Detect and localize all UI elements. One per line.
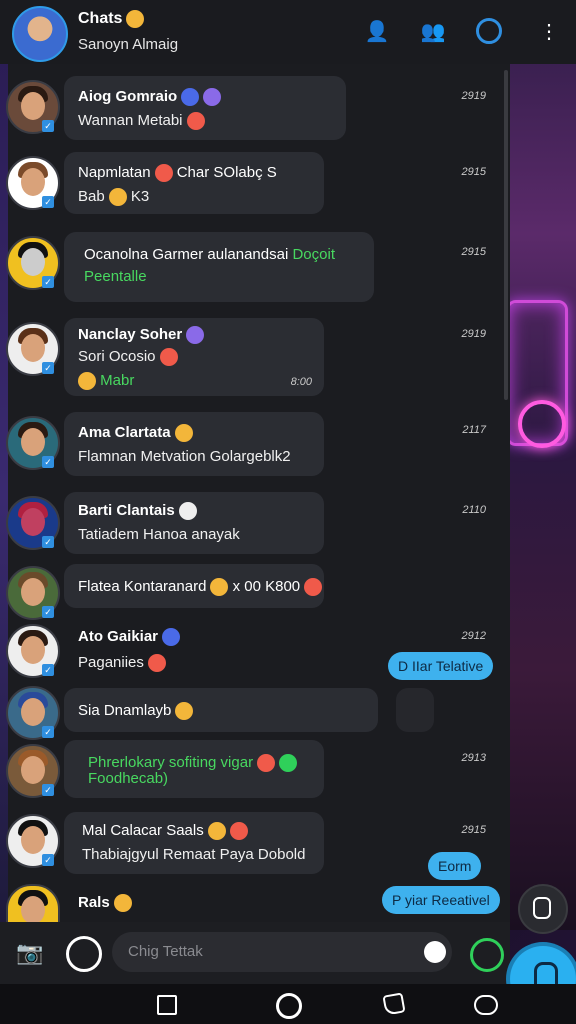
contact-name: Flatea Kontaranard x 00 K800 xyxy=(78,578,323,597)
message-preview: Flamnan Metvation Golargeblk2 xyxy=(78,448,291,465)
emoji-icon xyxy=(181,88,200,107)
message-preview: Peentalle xyxy=(84,268,147,285)
contact-name: Nanclay Soher xyxy=(78,326,205,345)
emoji-icon xyxy=(257,754,276,773)
emoji-icon xyxy=(78,372,96,391)
message-preview: Wannan Metabi xyxy=(78,112,205,131)
assistant-icon[interactable] xyxy=(474,995,498,1015)
emoji-icon xyxy=(113,894,132,913)
message-bubble xyxy=(64,76,346,140)
group-icon[interactable]: 👥 xyxy=(420,18,446,44)
emoji-icon xyxy=(126,10,145,28)
verified-badge-icon: ✓ xyxy=(42,456,54,468)
message-input-placeholder: Chig Tettak xyxy=(128,943,203,960)
contact-name: Ocanolna Garmer aulanandsai Doçoit xyxy=(84,246,335,263)
verified-badge-icon: ✓ xyxy=(42,606,54,618)
scrollbar[interactable] xyxy=(504,70,508,400)
message-preview-2: Mabr xyxy=(78,372,134,391)
emoji-icon xyxy=(108,188,127,207)
contact-name: Sia Dnamlayb xyxy=(78,702,194,721)
camera-icon[interactable]: 📷 xyxy=(16,940,44,965)
contact-name: Aiog Gomraio xyxy=(78,88,222,107)
emoji-icon xyxy=(229,822,248,841)
whatsapp-icon[interactable] xyxy=(470,938,504,972)
home-icon[interactable] xyxy=(276,993,302,1019)
emoji-picker-icon[interactable] xyxy=(424,941,446,963)
emoji-icon xyxy=(203,88,222,107)
emoji-icon xyxy=(147,654,166,673)
emoji-icon xyxy=(174,424,193,443)
emoji-icon xyxy=(159,348,178,367)
reply-button[interactable]: P yiar Reeativel xyxy=(382,886,500,914)
timestamp: 2915 xyxy=(461,824,486,836)
message-preview: Foodhecab) xyxy=(88,770,169,787)
emoji-icon xyxy=(186,112,205,131)
emoji-icon xyxy=(210,578,229,597)
verified-badge-icon: ✓ xyxy=(42,362,54,374)
timestamp: 2913 xyxy=(461,752,486,764)
message-bubble xyxy=(64,232,374,302)
contact-name: Mal Calacar Saals xyxy=(82,822,248,841)
timestamp: 2912 xyxy=(461,630,486,642)
verified-badge-icon: ✓ xyxy=(42,726,54,738)
header-subtitle: Sanoyn Almaig xyxy=(78,36,179,53)
contact-name: Napmlatan Char SOlabç S xyxy=(78,164,277,183)
contact-name: Barti Clantais xyxy=(78,502,197,521)
status-icon[interactable] xyxy=(476,18,502,44)
contact-name: Rals xyxy=(78,894,132,913)
message-preview: Sori Ocosio xyxy=(78,348,178,367)
emoji-icon xyxy=(154,164,173,183)
add-contact-icon[interactable]: 👤 xyxy=(364,18,390,44)
more-icon[interactable]: ⋮ xyxy=(536,18,562,44)
timestamp: 2915 xyxy=(461,166,486,178)
message-time: 8:00 xyxy=(290,376,312,388)
verified-badge-icon: ✓ xyxy=(42,664,54,676)
emoji-icon xyxy=(162,628,181,647)
timestamp: 2117 xyxy=(462,424,486,436)
reply-button[interactable]: Eorm xyxy=(428,852,482,880)
contact-name: Ato Gaikiar xyxy=(78,628,181,647)
timestamp: 2915 xyxy=(461,246,486,258)
emoji-icon xyxy=(186,326,205,345)
emoji-icon xyxy=(175,702,194,721)
verified-badge-icon: ✓ xyxy=(42,276,54,288)
avatar xyxy=(6,884,60,926)
header-title: Chats xyxy=(78,10,145,28)
profile-avatar[interactable] xyxy=(12,6,68,62)
reply-button[interactable]: D IIar Telative xyxy=(388,652,494,680)
timestamp: 2919 xyxy=(461,90,486,102)
message-preview: Bab K3 xyxy=(78,188,150,207)
chat-bubble-icon[interactable] xyxy=(66,936,102,972)
emoji-icon xyxy=(178,502,197,521)
message-bubble xyxy=(64,412,324,476)
emoji-icon xyxy=(207,822,226,841)
message-preview: Tatiadem Hanoa anayak xyxy=(78,526,240,543)
verified-badge-icon: ✓ xyxy=(42,784,54,796)
timestamp: 2110 xyxy=(462,504,486,516)
placeholder-bubble xyxy=(396,688,434,732)
emoji-icon xyxy=(304,578,323,597)
verified-badge-icon: ✓ xyxy=(42,854,54,866)
verified-badge-icon: ✓ xyxy=(42,196,54,208)
timestamp: 2919 xyxy=(461,328,486,340)
verified-badge-icon: ✓ xyxy=(42,120,54,132)
scroll-icon xyxy=(533,897,551,919)
verified-badge-icon: ✓ xyxy=(42,536,54,548)
emoji-icon xyxy=(279,754,298,773)
recents-icon[interactable] xyxy=(157,995,177,1015)
message-preview: Thabiajgyul Remaat Paya Dobold xyxy=(82,846,306,863)
background-decoration xyxy=(506,60,576,930)
background-fan-glow xyxy=(518,400,566,448)
message-preview: Paganiies xyxy=(78,654,166,673)
contact-name: Ama Clartata xyxy=(78,424,193,443)
